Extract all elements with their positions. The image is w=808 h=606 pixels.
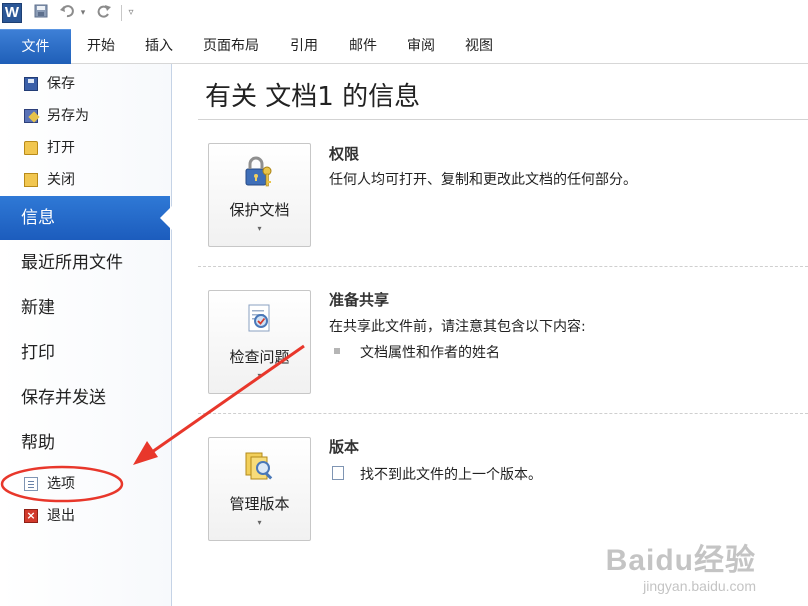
watermark-sub: jingyan.baidu.com bbox=[643, 578, 756, 594]
nav-tab-recent[interactable]: 最近所用文件 bbox=[0, 241, 170, 285]
customize-qat-icon[interactable]: ▿ bbox=[126, 4, 136, 22]
protect-document-label: 保护文档 bbox=[229, 201, 290, 219]
open-folder-icon bbox=[24, 141, 38, 155]
nav-tab-save-send[interactable]: 保存并发送 bbox=[0, 376, 170, 420]
save-command[interactable]: 保存 bbox=[0, 70, 170, 98]
file-tab[interactable]: 文件 bbox=[0, 29, 71, 64]
dropdown-caret-icon: ▾ bbox=[257, 371, 262, 380]
save-as-command-label: 另存为 bbox=[47, 108, 89, 124]
baidu-watermark: Baidu经验 jingyan.baidu.com bbox=[606, 544, 756, 594]
save-as-icon bbox=[24, 109, 38, 123]
save-icon[interactable] bbox=[33, 4, 49, 22]
versions-title: 版本 bbox=[329, 438, 360, 456]
nav-tab-new[interactable]: 新建 bbox=[0, 286, 170, 330]
section-divider bbox=[198, 266, 808, 267]
dropdown-caret-icon: ▾ bbox=[257, 224, 262, 233]
exit-command-label: 退出 bbox=[47, 508, 75, 524]
nav-tab-info[interactable]: 信息 bbox=[0, 196, 172, 240]
undo-dropdown-icon[interactable]: ▾ bbox=[78, 4, 88, 22]
nav-tab-print[interactable]: 打印 bbox=[0, 331, 170, 375]
tab-mailings[interactable]: 邮件 bbox=[349, 28, 377, 64]
check-for-issues-button[interactable]: 检查问题 ▾ bbox=[208, 290, 311, 394]
word-app-icon[interactable]: W bbox=[2, 3, 22, 23]
bullet-marker bbox=[334, 348, 340, 354]
document-version-icon bbox=[332, 466, 344, 480]
manage-versions-button[interactable]: 管理版本 ▾ bbox=[208, 437, 311, 541]
selected-tab-notch bbox=[160, 206, 172, 230]
lock-key-icon bbox=[242, 155, 276, 189]
options-icon bbox=[24, 477, 38, 491]
tab-insert[interactable]: 插入 bbox=[145, 28, 173, 64]
qat-separator bbox=[121, 5, 122, 21]
nav-tab-help[interactable]: 帮助 bbox=[0, 421, 170, 465]
title-divider bbox=[198, 119, 808, 120]
prepare-sharing-title: 准备共享 bbox=[329, 291, 390, 309]
open-command-label: 打开 bbox=[47, 140, 75, 156]
open-command[interactable]: 打开 bbox=[0, 134, 170, 162]
page-title: 有关 文档1 的信息 bbox=[205, 82, 421, 112]
nav-tab-info-label: 信息 bbox=[21, 208, 55, 228]
options-command-label: 选项 bbox=[47, 476, 75, 492]
prepare-sharing-desc: 在共享此文件前，请注意其包含以下内容: bbox=[329, 319, 586, 335]
check-for-issues-label: 检查问题 bbox=[229, 348, 290, 366]
versions-desc: 找不到此文件的上一个版本。 bbox=[360, 467, 542, 483]
info-pane: 有关 文档1 的信息 保护文档 ▾ 权限 任何人均可打开、复制和更改此文档的任何… bbox=[172, 64, 808, 606]
manage-versions-label: 管理版本 bbox=[229, 495, 290, 513]
tab-page-layout[interactable]: 页面布局 bbox=[203, 28, 259, 64]
dropdown-caret-icon: ▾ bbox=[257, 518, 262, 527]
redo-icon[interactable] bbox=[95, 4, 113, 22]
options-command[interactable]: 选项 bbox=[0, 470, 170, 498]
undo-icon[interactable] bbox=[58, 4, 76, 22]
tab-references[interactable]: 引用 bbox=[290, 28, 318, 64]
manage-versions-icon bbox=[242, 449, 276, 483]
tab-review[interactable]: 审阅 bbox=[407, 28, 435, 64]
save-as-command[interactable]: 另存为 bbox=[0, 102, 170, 130]
tab-home[interactable]: 开始 bbox=[87, 28, 115, 64]
close-folder-icon bbox=[24, 173, 38, 187]
protect-document-button[interactable]: 保护文档 ▾ bbox=[208, 143, 311, 247]
title-bar: W ▾ ▿ bbox=[0, 0, 808, 28]
exit-command[interactable]: × 退出 bbox=[0, 502, 170, 530]
section-divider bbox=[198, 413, 808, 414]
tab-view[interactable]: 视图 bbox=[465, 28, 493, 64]
permissions-title: 权限 bbox=[329, 145, 360, 163]
close-command[interactable]: 关闭 bbox=[0, 166, 170, 194]
prepare-sharing-bullet: 文档属性和作者的姓名 bbox=[360, 345, 500, 361]
exit-icon: × bbox=[24, 509, 38, 523]
ribbon-tab-row: 文件 开始 插入 页面布局 引用 邮件 审阅 视图 bbox=[0, 28, 808, 64]
save-command-label: 保存 bbox=[47, 76, 75, 92]
backstage-nav: 保存 另存为 打开 关闭 信息 最近所用文件 新建 打印 保存并发送 帮助 选项… bbox=[0, 64, 172, 606]
save-icon bbox=[24, 77, 38, 91]
watermark-main: Baidu经验 bbox=[605, 544, 756, 577]
inspect-document-icon bbox=[242, 302, 276, 336]
close-command-label: 关闭 bbox=[47, 172, 75, 188]
permissions-desc: 任何人均可打开、复制和更改此文档的任何部分。 bbox=[329, 172, 637, 188]
